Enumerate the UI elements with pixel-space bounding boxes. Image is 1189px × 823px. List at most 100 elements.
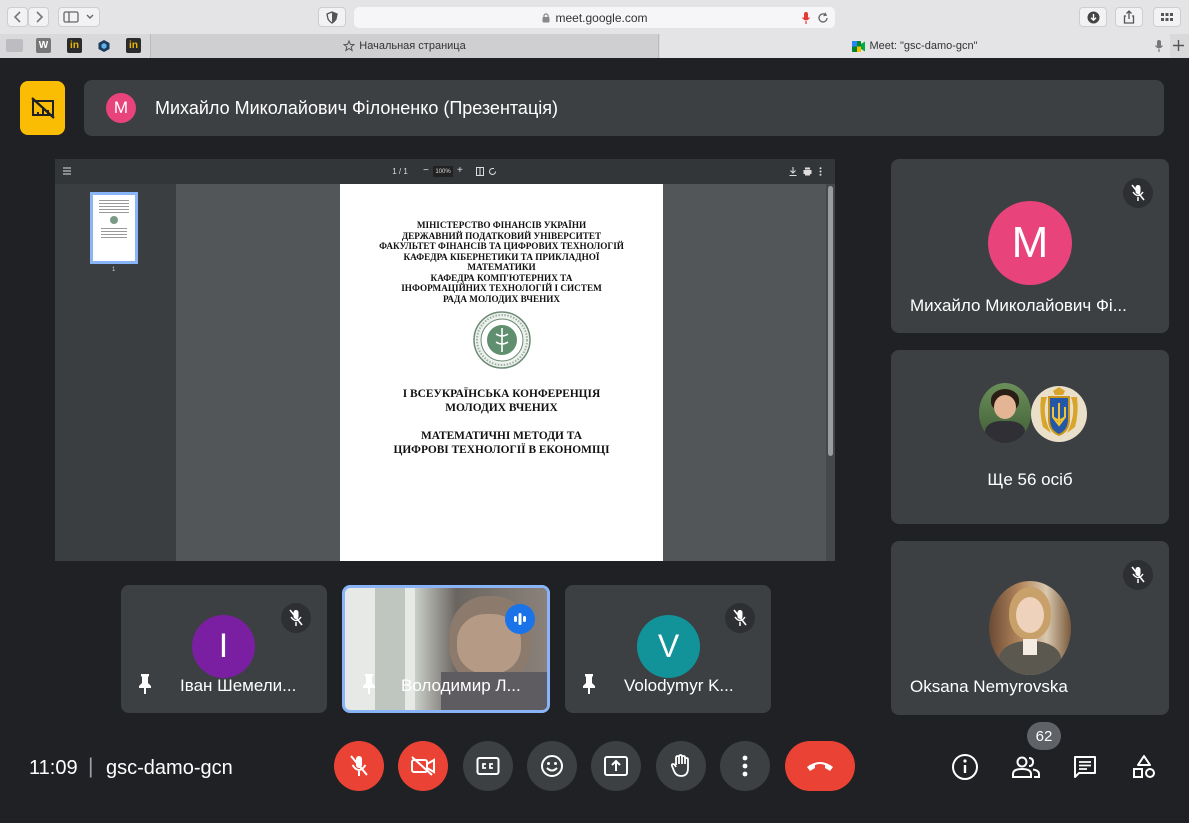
chevron-left-icon: [13, 11, 21, 23]
camera-off-icon: [411, 756, 435, 776]
toggle-camera-button[interactable]: [398, 741, 448, 791]
topic-line: МАТЕМАТИЧНІ МЕТОДИ ТА: [421, 430, 582, 442]
tab-start-page[interactable]: Начальная страница: [150, 34, 659, 58]
mic-off-icon: [350, 755, 368, 776]
scrollbar-thumb[interactable]: [828, 186, 833, 456]
meeting-code: gsc-damo-gcn: [106, 757, 233, 779]
participant-tile-volodymyr-k[interactable]: V Volodymyr K...: [565, 585, 771, 713]
pin-icon[interactable]: [581, 673, 597, 695]
bookmark-in-1[interactable]: in: [67, 38, 82, 53]
participant-name: Oksana Nemyrovska: [910, 677, 1068, 696]
download-icon: [1087, 11, 1099, 23]
zoom-level[interactable]: 100%: [433, 166, 453, 177]
rotate-icon[interactable]: [488, 167, 497, 176]
emoji-icon: [541, 755, 563, 777]
closed-captions-icon: [476, 757, 500, 775]
address-bar[interactable]: meet.google.com: [354, 7, 835, 28]
mic-muted-indicator: [1123, 560, 1153, 590]
mic-off-icon: [733, 609, 747, 626]
university-seal-icon: [472, 311, 531, 369]
chat-icon: [1074, 756, 1096, 778]
presenter-avatar: М: [106, 93, 136, 123]
download-icon[interactable]: [789, 167, 797, 176]
pin-icon[interactable]: [361, 673, 377, 695]
others-count-label: Ще 56 осіб: [987, 470, 1073, 489]
forward-button[interactable]: [28, 7, 49, 27]
header-line: ДЕРЖАВНИЙ ПОДАТКОВИЙ УНІВЕРСИТЕТ: [401, 230, 602, 241]
pdf-toolbar: 1 / 1 − 100% +: [55, 159, 835, 184]
tab-start-page-label: Начальная страница: [359, 40, 466, 52]
url-text: meet.google.com: [555, 10, 648, 25]
page-indicator[interactable]: 1 / 1: [389, 166, 411, 177]
microphone-icon[interactable]: [801, 11, 811, 25]
header-line: КАФЕДРА КОМП'ЮТЕРНИХ ТА: [430, 272, 573, 283]
fit-page-icon[interactable]: [476, 167, 484, 176]
presentation-title: Михайло Миколайович Філоненко (Презентац…: [155, 98, 558, 118]
present-now-button[interactable]: [591, 741, 641, 791]
participant-tile-oksana[interactable]: Oksana Nemyrovska: [891, 541, 1169, 715]
bookmark-sidebar-icon[interactable]: [6, 39, 23, 52]
reactions-button[interactable]: [527, 741, 577, 791]
others-tile[interactable]: Ще 56 осіб: [891, 350, 1169, 524]
page-thumbnail[interactable]: [90, 192, 138, 264]
participant-name: Volodymyr K...: [624, 676, 734, 695]
pdf-scrollbar[interactable]: [826, 184, 835, 561]
conference-title: І ВСЕУКРАЇНСЬКА КОНФЕРЕНЦІЯ МОЛОДИХ ВЧЕН…: [340, 387, 663, 415]
presenter-tile[interactable]: М Михайло Миколайович Фі...: [891, 159, 1169, 333]
sidebar-toggle-button[interactable]: [58, 7, 100, 27]
bookmark-w[interactable]: W: [36, 38, 51, 53]
menu-icon[interactable]: [63, 167, 71, 175]
more-vert-icon[interactable]: [819, 167, 822, 176]
participants-button[interactable]: [1009, 751, 1043, 783]
captions-button[interactable]: [463, 741, 513, 791]
chevron-right-icon: [35, 11, 43, 23]
footer-separator: |: [88, 755, 94, 778]
mic-off-icon: [289, 609, 303, 626]
header-line: МІНІСТЕРСТВО ФІНАНСІВ УКРАЇНИ: [416, 220, 587, 230]
tab-overview-button[interactable]: [1153, 7, 1181, 27]
meet-logo-icon: [852, 40, 866, 52]
document-header: МІНІСТЕРСТВО ФІНАНСІВ УКРАЇНИ ДЕРЖАВНИЙ …: [340, 220, 663, 304]
participant-tile-volodymyr-l[interactable]: Володимир Л...: [342, 585, 550, 713]
participant-tile-ivan[interactable]: І Іван Шемели...: [121, 585, 327, 713]
privacy-shield-button[interactable]: [318, 7, 346, 27]
zoom-in-button[interactable]: +: [457, 165, 463, 176]
bookmark-hex[interactable]: [96, 38, 111, 53]
participants-count-badge: 62: [1027, 722, 1061, 750]
back-button[interactable]: [7, 7, 28, 27]
raise-hand-button[interactable]: [656, 741, 706, 791]
bookmark-in-2[interactable]: in: [126, 38, 141, 53]
share-button[interactable]: [1115, 7, 1143, 27]
reload-icon[interactable]: [817, 12, 829, 24]
tab-bar: W in in Начальная страница Meet: "gsc-da…: [0, 34, 1189, 58]
print-icon[interactable]: [803, 167, 812, 176]
participant-name: Іван Шемели...: [180, 676, 297, 695]
pdf-viewer[interactable]: 1 / 1 − 100% + 1 МІНІСТЕРСТВО ФІНАНСІВ У…: [55, 159, 835, 561]
participant-avatar: І: [192, 615, 255, 678]
presentation-indicator[interactable]: [20, 81, 65, 135]
downloads-button[interactable]: [1079, 7, 1107, 27]
chat-button[interactable]: [1069, 751, 1101, 783]
participant-name: Михайло Миколайович Фі...: [910, 296, 1127, 315]
meeting-details-button[interactable]: [949, 751, 981, 783]
leave-call-button[interactable]: [785, 741, 855, 791]
activities-button[interactable]: [1128, 751, 1160, 783]
header-line: ІНФОРМАЦІЙНИХ ТЕХНОЛОГІЙ І СИСТЕМ: [401, 283, 602, 293]
hang-up-icon: [807, 762, 833, 771]
mic-muted-indicator: [281, 603, 311, 633]
mic-off-icon: [1131, 566, 1145, 583]
header-line: КАФЕДРА КІБЕРНЕТИКИ ТА ПРИКЛАДНОЇ: [403, 251, 600, 262]
more-options-button[interactable]: [720, 741, 770, 791]
share-icon: [1123, 10, 1135, 24]
pin-icon[interactable]: [137, 673, 153, 695]
zoom-out-button[interactable]: −: [423, 165, 429, 176]
people-icon: [1012, 756, 1040, 778]
coat-of-arms-icon: [1031, 386, 1087, 442]
toggle-mic-button[interactable]: [334, 741, 384, 791]
tab-meet[interactable]: Meet: "gsc-damo-gcn": [660, 34, 1170, 58]
new-tab-icon[interactable]: [1172, 39, 1185, 52]
grid-icon: [1161, 13, 1173, 21]
microphone-icon[interactable]: [1154, 39, 1164, 53]
present-screen-icon: [604, 756, 628, 776]
tab-meet-label: Meet: "gsc-damo-gcn": [869, 40, 978, 52]
